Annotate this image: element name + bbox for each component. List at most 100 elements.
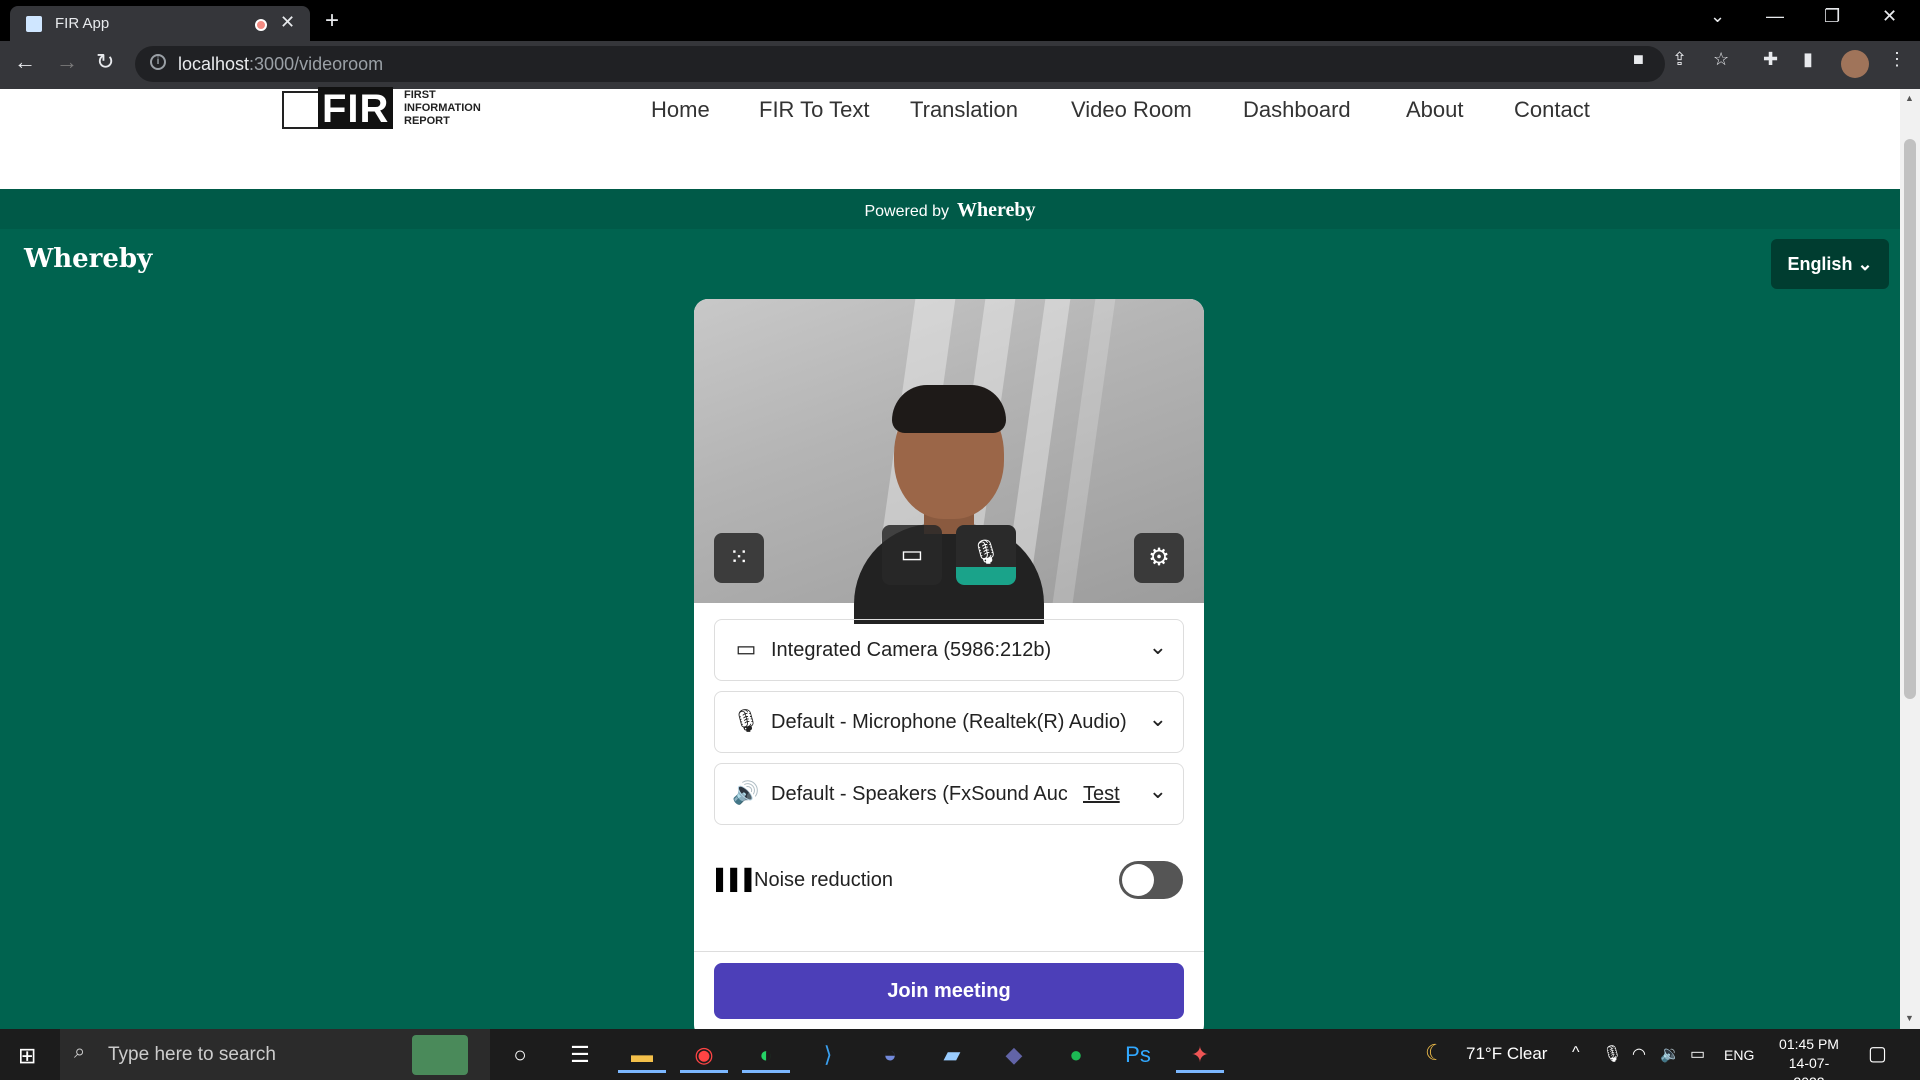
microphone-toggle-button[interactable]: 🎙 (956, 525, 1016, 585)
browser-tab[interactable]: FIR App ✕ (10, 6, 310, 41)
menu-kebab-icon[interactable]: ⋮ (1888, 49, 1906, 70)
spotify-icon[interactable]: ● (1052, 1037, 1100, 1073)
notifications-icon[interactable]: ▢ (1868, 1041, 1887, 1066)
chevron-down-icon: ⌄ (1857, 254, 1873, 274)
whatsapp-icon[interactable]: ◐ (742, 1037, 790, 1073)
language-indicator[interactable]: ENG (1724, 1047, 1754, 1063)
address-bar[interactable]: i localhost:3000/videoroom (135, 46, 1665, 82)
teams-icon[interactable]: ◆ (990, 1037, 1038, 1073)
gear-icon: ⚙ (1148, 544, 1170, 571)
site-info-icon[interactable]: i (150, 54, 166, 70)
chevron-down-icon: ⌄ (1148, 634, 1167, 659)
share-icon[interactable]: ⇪ (1672, 49, 1687, 70)
profile-avatar[interactable] (1841, 50, 1869, 78)
logo-emblem-icon (282, 91, 320, 129)
recording-indicator-icon (255, 19, 267, 31)
camera-select-value: Integrated Camera (5986:212b) (771, 639, 1052, 661)
taskbar-search-box[interactable]: ⌕ Type here to search (60, 1029, 490, 1080)
chevron-down-icon: ⌄ (1148, 706, 1167, 731)
microphone-icon: 🎙 (732, 708, 760, 733)
close-window-button[interactable]: ✕ (1882, 6, 1897, 27)
minimize-button[interactable]: — (1766, 6, 1784, 27)
microphone-select[interactable]: 🎙 Default - Microphone (Realtek(R) Audio… (714, 691, 1184, 753)
forward-arrow-icon[interactable]: → (56, 49, 78, 75)
tray-overflow-icon[interactable]: ^ (1572, 1044, 1580, 1062)
battery-icon[interactable]: ▭ (1690, 1044, 1705, 1064)
camera-in-use-icon[interactable]: ■ (1633, 49, 1644, 70)
logo-text: FIR (318, 87, 394, 131)
fir-logo[interactable]: FIR FIRST INFORMATION REPORT (282, 87, 481, 131)
task-view-icon[interactable]: ☰ (556, 1037, 604, 1073)
chrome-icon[interactable]: ◉ (680, 1037, 728, 1073)
app-icon[interactable]: ✦ (1176, 1037, 1224, 1073)
site-header: FIR FIRST INFORMATION REPORT Home FIR To… (0, 87, 1900, 189)
bookmark-star-icon[interactable]: ☆ (1713, 49, 1729, 70)
browser-tab-bar: FIR App ✕ + ⌄ — ❐ ✕ (0, 0, 1920, 41)
extensions-icon[interactable]: ✚ (1763, 49, 1778, 70)
nav-contact[interactable]: Contact (1514, 97, 1590, 123)
self-view-video: ⁙ ▭ 🎙 ⚙ (694, 299, 1204, 624)
search-placeholder: Type here to search (108, 1044, 276, 1065)
camera-select[interactable]: ▭ Integrated Camera (5986:212b) ⌄ (714, 619, 1184, 681)
prejoin-card: ⁙ ▭ 🎙 ⚙ ▭ Integrated Camera (5986:212b) … (694, 299, 1204, 1039)
join-meeting-button[interactable]: Join meeting (714, 963, 1184, 1019)
discord-icon[interactable]: ◒ (866, 1037, 914, 1073)
language-select[interactable]: English ⌄ (1771, 239, 1889, 289)
speaker-select-value: Default - Speakers (FxSound Auc (771, 783, 1067, 805)
tab-favicon-icon (26, 16, 42, 32)
restore-button[interactable]: ❐ (1824, 6, 1840, 27)
volume-icon[interactable]: 🔉 (1660, 1044, 1680, 1064)
speaker-test-link[interactable]: Test (1083, 783, 1120, 806)
whereby-embed: Powered by Whereby Whereby English ⌄ ⁙ ▭ … (0, 189, 1900, 1039)
nav-video-room[interactable]: Video Room (1071, 97, 1192, 123)
toggle-knob (1122, 864, 1154, 896)
noise-reduction-toggle[interactable] (1119, 861, 1183, 899)
page-scrollbar[interactable]: ▲ ▼ (1900, 89, 1920, 1029)
speaker-select[interactable]: 🔊 Default - Speakers (FxSound Auc Test ⌄ (714, 763, 1184, 825)
clock-date: 14-07-2022 (1788, 1055, 1830, 1090)
microphone-icon: 🎙 (970, 539, 1002, 566)
video-camera-icon: ▭ (900, 541, 924, 568)
background-effects-button[interactable]: ⁙ (714, 533, 764, 583)
nav-about[interactable]: About (1406, 97, 1464, 123)
weather-text[interactable]: 71°F Clear (1466, 1044, 1547, 1064)
tab-close-icon[interactable]: ✕ (280, 12, 295, 33)
windows-start-icon[interactable]: ⊞ (18, 1043, 36, 1069)
back-arrow-icon[interactable]: ← (14, 49, 36, 75)
powered-by-banner: Powered by Whereby (0, 189, 1900, 229)
nav-dashboard[interactable]: Dashboard (1243, 97, 1351, 123)
clock-time: 01:45 PM (1779, 1036, 1839, 1052)
tab-title: FIR App (55, 15, 110, 32)
photoshop-icon[interactable]: Ps (1114, 1037, 1162, 1073)
microphone-tray-icon[interactable]: 🎙 (1602, 1044, 1622, 1064)
tab-search-icon[interactable]: ⌄ (1710, 6, 1725, 27)
search-icon: ⌕ (74, 1041, 86, 1063)
logo-subtitle: FIRST INFORMATION REPORT (404, 89, 481, 127)
browser-toolbar: ← → ↻ i localhost:3000/videoroom ■ ⇪ ☆ ✚… (0, 41, 1920, 89)
scrollbar-thumb[interactable] (1904, 139, 1916, 699)
weather-moon-icon: ☾ (1425, 1040, 1445, 1065)
scroll-down-icon[interactable]: ▼ (1905, 1013, 1914, 1023)
whereby-logo[interactable]: Whereby (24, 244, 152, 274)
new-tab-button[interactable]: + (325, 7, 339, 35)
scroll-up-icon[interactable]: ▲ (1905, 93, 1914, 103)
notes-app-icon[interactable]: ▰ (928, 1037, 976, 1073)
nav-translation[interactable]: Translation (910, 97, 1018, 123)
clock[interactable]: 01:45 PM 14-07-2022 (1774, 1035, 1844, 1092)
settings-button[interactable]: ⚙ (1134, 533, 1184, 583)
video-camera-icon: ▭ (735, 636, 757, 661)
cortana-icon[interactable]: ○ (496, 1037, 544, 1073)
reload-icon[interactable]: ↻ (96, 49, 114, 75)
url-text: localhost:3000/videoroom (178, 54, 384, 74)
search-highlight-icon (412, 1035, 468, 1075)
side-panel-icon[interactable]: ▮ (1803, 49, 1813, 70)
vscode-icon[interactable]: ⟩ (804, 1037, 852, 1073)
file-explorer-icon[interactable]: ▬ (618, 1037, 666, 1073)
nav-fir-to-text[interactable]: FIR To Text (759, 97, 869, 123)
noise-reduction-label: Noise reduction (754, 869, 893, 891)
wifi-icon[interactable]: ◠ (1632, 1044, 1646, 1064)
camera-toggle-button[interactable]: ▭ (882, 525, 942, 585)
chevron-down-icon: ⌄ (1148, 778, 1167, 803)
noise-reduction-icon: ▌▌▌ (716, 869, 759, 891)
nav-home[interactable]: Home (651, 97, 710, 123)
